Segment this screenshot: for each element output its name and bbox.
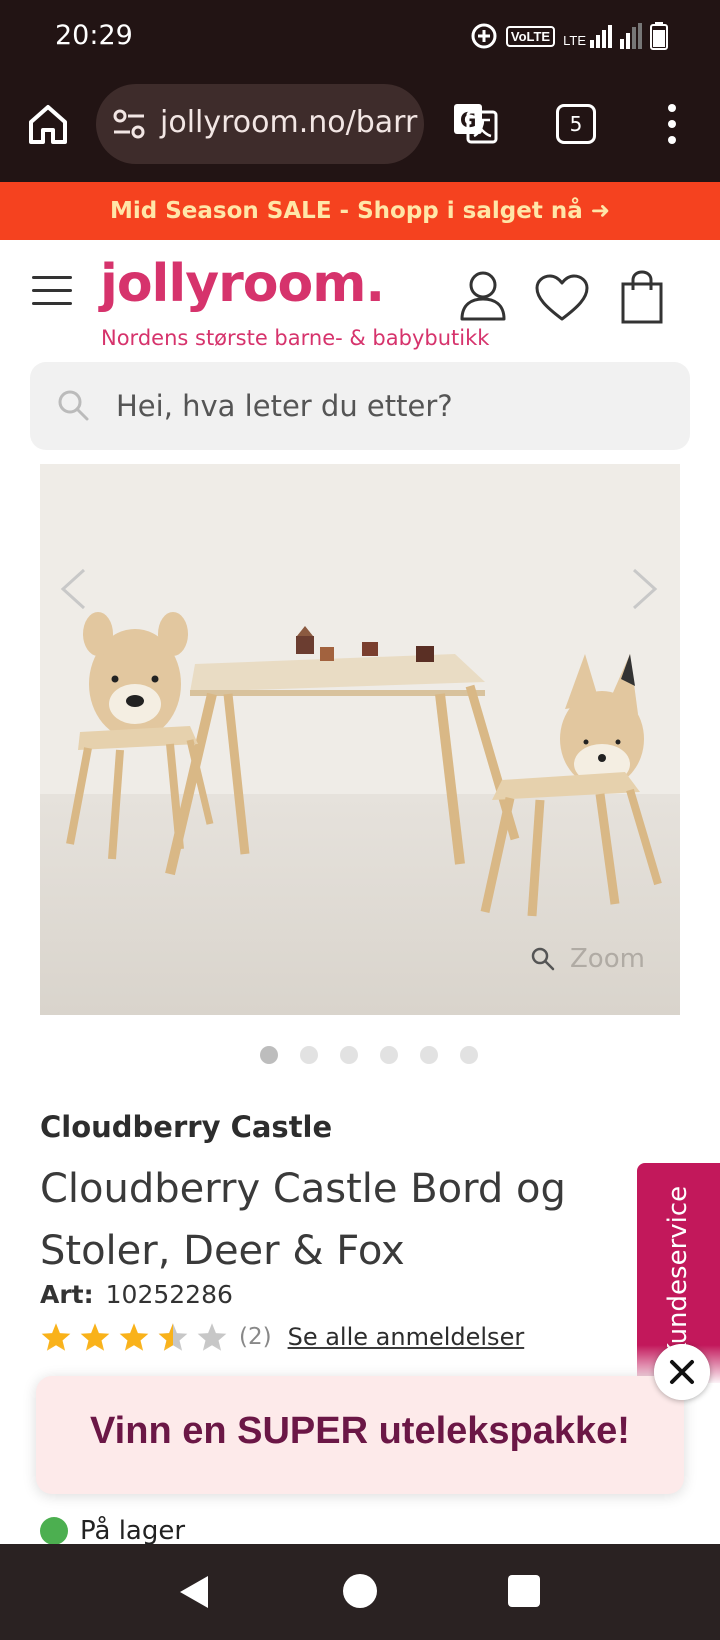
translate-icon[interactable]: G [452,102,498,144]
recents-icon[interactable] [508,1575,540,1607]
article-value: 10252286 [105,1280,233,1309]
product-photo-table-chairs [40,464,680,1015]
tab-switcher-button[interactable]: 5 [556,104,596,144]
product-image[interactable] [40,464,680,1015]
product-brand[interactable]: Cloudberry Castle [40,1110,332,1144]
status-icons: VoLTE LTE [470,22,668,50]
promo-banner[interactable]: Mid Season SALE - Shopp i salget nå ➜ [0,182,720,240]
close-icon[interactable] [654,1344,710,1400]
article-number: Art: 10252286 [40,1280,233,1309]
roaming-signal-icon [620,23,642,49]
back-icon[interactable] [178,1574,210,1610]
more-menu-icon[interactable] [660,102,684,146]
lte-signal-icon: LTE [563,24,612,48]
hamburger-menu-icon[interactable] [32,276,72,306]
address-bar[interactable]: jollyroom.no/barr [96,84,424,164]
search-icon [58,390,89,421]
url-text: jollyroom.no/barr [160,105,418,140]
promo-popup-text: Vinn en SUPER utelekspakke! [90,1410,630,1452]
site-header: jollyroom. Nordens største barne- & baby… [0,240,720,358]
status-time: 20:29 [55,20,133,51]
data-saver-icon [471,23,497,49]
volte-icon: VoLTE [505,25,556,47]
gallery-dot[interactable] [260,1046,278,1064]
home-icon[interactable] [26,102,70,146]
customer-service-label: Kundeservice [663,1185,693,1361]
jollyroom-logo[interactable]: jollyroom. [100,254,385,314]
account-icon[interactable] [458,270,508,322]
gallery-dot[interactable] [340,1046,358,1064]
stock-label: På lager [80,1516,186,1546]
browser-toolbar: jollyroom.no/barr G 5 [0,72,720,182]
android-nav-bar [0,1544,720,1640]
promo-popup[interactable]: Vinn en SUPER utelekspakke! [36,1376,684,1494]
gallery-dot[interactable] [380,1046,398,1064]
gallery-dot[interactable] [420,1046,438,1064]
status-bar: 20:29 VoLTE LTE [0,0,720,72]
gallery-next-arrow-icon[interactable] [630,567,660,611]
article-label: Art: [40,1280,94,1309]
gallery-dot[interactable] [460,1046,478,1064]
gallery-prev-arrow-icon[interactable] [58,567,88,611]
zoom-label: Zoom [570,944,645,974]
tagline: Nordens største barne- & babybutikk [101,326,490,350]
home-nav-icon[interactable] [343,1574,377,1608]
site-settings-icon[interactable] [112,108,146,140]
wishlist-heart-icon[interactable] [534,274,590,322]
shopping-bag-icon[interactable] [620,270,664,324]
search-placeholder: Hei, hva leter du etter? [116,389,453,423]
battery-icon [650,22,668,50]
gallery-pagination [260,1046,478,1064]
product-title: Cloudberry Castle Bord og Stoler, Deer &… [40,1166,566,1274]
stock-status: På lager [40,1516,185,1546]
gallery-dot[interactable] [300,1046,318,1064]
in-stock-indicator [40,1517,68,1545]
search-input[interactable]: Hei, hva leter du etter? [30,362,690,450]
magnifier-icon [531,947,555,971]
zoom-button[interactable]: Zoom [530,944,645,974]
